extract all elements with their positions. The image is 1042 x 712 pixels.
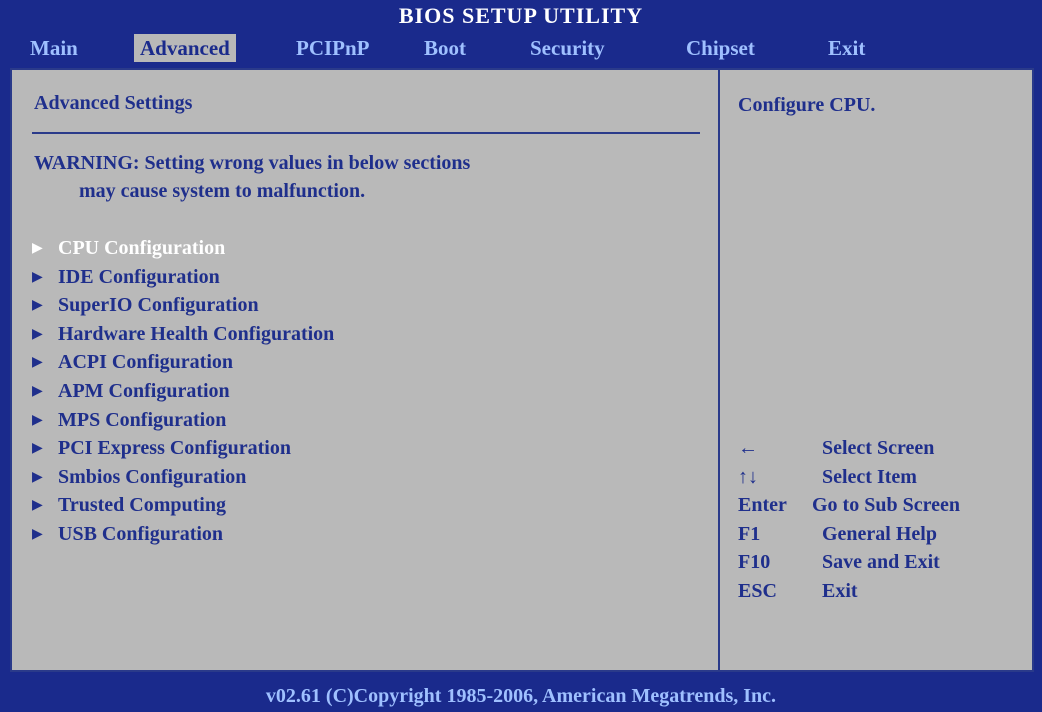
tab-main[interactable]: Main — [24, 34, 84, 62]
menu-item-label: USB Configuration — [58, 522, 224, 545]
key-up-down-arrow-icon: ↑↓ — [738, 465, 758, 488]
key-legend: ← Select Screen ↑↓ Select Item Enter Go t… — [738, 434, 960, 606]
menu-item-label: APM Configuration — [58, 379, 230, 402]
key-row-f10: F10 Save and Exit — [738, 548, 960, 577]
key-label: ESC — [738, 579, 777, 602]
tab-exit[interactable]: Exit — [822, 34, 871, 62]
menu-item-hardware-health-configuration[interactable]: ▶ Hardware Health Configuration — [32, 320, 334, 349]
warning-text-line-2: may cause system to malfunction. — [34, 180, 366, 202]
submenu-arrow-icon: ▶ — [32, 298, 43, 314]
menu-item-label: Smbios Configuration — [58, 465, 247, 488]
menu-bar: Main Advanced PCIPnP Boot Security Chips… — [0, 32, 1042, 64]
menu-item-ide-configuration[interactable]: ▶ IDE Configuration — [32, 263, 334, 292]
submenu-arrow-icon: ▶ — [32, 441, 43, 457]
tab-pcipnp[interactable]: PCIPnP — [290, 34, 376, 62]
key-row-enter: Enter Go to Sub Screen — [738, 491, 960, 520]
submenu-arrow-icon: ▶ — [32, 241, 43, 256]
submenu-arrow-icon: ▶ — [32, 383, 43, 399]
menu-item-label: ACPI Configuration — [58, 351, 234, 374]
menu-item-mps-configuration[interactable]: ▶ MPS Configuration — [32, 406, 334, 435]
menu-item-usb-configuration[interactable]: ▶ USB Configuration — [32, 520, 334, 549]
menu-item-pci-express-configuration[interactable]: ▶ PCI Express Configuration — [32, 434, 334, 463]
key-label: F10 — [738, 551, 771, 574]
key-desc: General Help — [812, 522, 937, 545]
config-menu-list: ▶ CPU Configuration ▶ IDE Configuration ▶ S… — [32, 234, 334, 549]
help-text: Configure CPU. — [738, 94, 876, 116]
key-desc: Go to Sub Screen — [812, 494, 960, 517]
key-label: F1 — [738, 522, 761, 545]
key-desc: Save and Exit — [812, 551, 940, 574]
warning-text-line-1: WARNING: Setting wrong values in below s… — [34, 152, 471, 174]
key-row-f1: F1 General Help — [738, 520, 960, 549]
submenu-arrow-icon: ▶ — [32, 269, 43, 285]
key-left-arrow-icon: ← — [738, 437, 758, 459]
main-panel: Advanced Settings WARNING: Setting wrong… — [10, 68, 1034, 672]
key-row-select-item: ↑↓ Select Item — [738, 463, 960, 492]
key-desc: Exit — [812, 579, 858, 602]
menu-item-smbios-configuration[interactable]: ▶ Smbios Configuration — [32, 463, 334, 492]
submenu-arrow-icon: ▶ — [32, 355, 43, 371]
submenu-arrow-icon: ▶ — [32, 412, 43, 428]
tab-chipset[interactable]: Chipset — [680, 34, 761, 62]
key-label: Enter — [738, 494, 787, 517]
copyright-footer: v02.61 (C)Copyright 1985-2006, American … — [265, 685, 777, 707]
menu-item-label: SuperIO Configuration — [58, 294, 259, 317]
submenu-arrow-icon: ▶ — [32, 526, 43, 542]
bios-title: BIOS SETUP UTILITY — [398, 3, 644, 28]
menu-item-label: PCI Express Configuration — [58, 437, 291, 460]
key-row-esc: ESC Exit — [738, 577, 960, 606]
menu-item-acpi-configuration[interactable]: ▶ ACPI Configuration — [32, 348, 334, 377]
menu-item-label: Hardware Health Configuration — [58, 322, 335, 345]
menu-item-label: CPU Configuration — [58, 237, 226, 259]
menu-item-superio-configuration[interactable]: ▶ SuperIO Configuration — [32, 291, 334, 320]
submenu-arrow-icon: ▶ — [32, 498, 43, 514]
tab-boot[interactable]: Boot — [418, 34, 472, 62]
key-desc: Select Item — [812, 465, 917, 488]
submenu-arrow-icon: ▶ — [32, 469, 43, 485]
section-divider — [32, 132, 700, 134]
menu-item-apm-configuration[interactable]: ▶ APM Configuration — [32, 377, 334, 406]
submenu-arrow-icon: ▶ — [32, 326, 43, 342]
bios-screen: BIOS SETUP UTILITY Main Advanced PCIPnP … — [0, 0, 1042, 712]
menu-item-label: IDE Configuration — [58, 265, 220, 288]
menu-item-trusted-computing[interactable]: ▶ Trusted Computing — [32, 491, 334, 520]
menu-item-label: MPS Configuration — [58, 408, 227, 431]
key-row-select-screen: ← Select Screen — [738, 434, 960, 463]
panel-divider — [718, 70, 720, 670]
section-title: Advanced Settings — [34, 92, 193, 114]
menu-item-label: Trusted Computing — [58, 494, 226, 517]
key-desc: Select Screen — [812, 437, 935, 459]
menu-item-cpu-configuration[interactable]: ▶ CPU Configuration — [32, 234, 334, 263]
tab-security[interactable]: Security — [524, 34, 611, 62]
tab-advanced[interactable]: Advanced — [134, 34, 236, 62]
